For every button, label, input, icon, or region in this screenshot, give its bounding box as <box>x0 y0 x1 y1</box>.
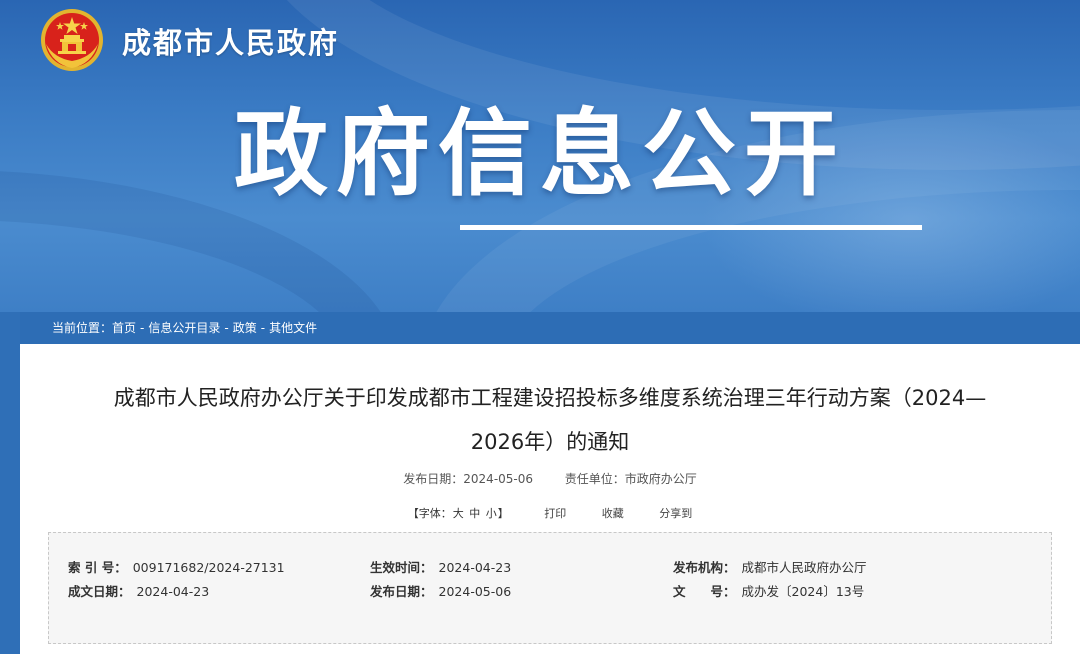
issuer-label: 发布机构： <box>673 560 736 575</box>
banner-title-underline <box>460 225 922 230</box>
breadcrumb-separator: - <box>140 321 145 335</box>
document-info-box: 索 引 号： 009171682/2024-27131 生效时间： 2024-04-… <box>48 532 1052 644</box>
print-button[interactable]: 打印 <box>544 505 566 521</box>
breadcrumb-separator: - <box>260 321 266 335</box>
banner-title: 政府信息公开 <box>234 100 847 209</box>
index-number: 索 引 号： 009171682/2024-27131 <box>68 557 285 576</box>
breadcrumb-separator: - <box>224 321 229 335</box>
document-number-value: 成办发〔2024〕13号 <box>741 584 865 599</box>
responsible-unit-label: 责任单位： <box>564 472 625 486</box>
breadcrumb: 当前位置： 首页 - 信息公开目录 - 政策 - 其他文件 <box>20 312 1080 344</box>
breadcrumb-item-info-catalog[interactable]: 信息公开目录 <box>148 312 220 344</box>
publication-date-value: 2024-05-06 <box>438 584 512 599</box>
content-panel: 当前位置： 首页 - 信息公开目录 - 政策 - 其他文件 成都市人民政府办公厅… <box>20 312 1080 654</box>
issuer-value: 成都市人民政府办公厅 <box>741 560 867 575</box>
document-tools: 【字体：大 中 小】 打印 收藏 分享到 <box>20 505 1080 521</box>
share-button[interactable]: 分享到 <box>659 505 692 521</box>
written-date: 成文日期： 2024-04-23 <box>68 581 209 600</box>
publication-date: 发布日期： 2024-05-06 <box>370 581 511 600</box>
document-title-line2: 2026年）的通知 <box>470 430 630 454</box>
national-emblem-icon[interactable] <box>38 6 106 74</box>
font-size-small-button[interactable]: 小 <box>486 507 497 520</box>
header-banner: 成都市人民政府 政府信息公开 <box>0 0 1080 312</box>
document-number: 文 号： 成办发〔2024〕13号 <box>673 581 864 600</box>
font-size-large-button[interactable]: 大 <box>453 507 464 520</box>
effective-date-label: 生效时间： <box>370 560 433 575</box>
site-name[interactable]: 成都市人民政府 <box>122 20 339 62</box>
document-number-label: 文 号： <box>673 584 736 599</box>
publish-date-label: 发布日期： <box>403 472 464 486</box>
document-meta: 发布日期：2024-05-06 责任单位：市政府办公厅 <box>20 470 1080 487</box>
favorite-button[interactable]: 收藏 <box>602 505 624 521</box>
issuer: 发布机构： 成都市人民政府办公厅 <box>673 557 867 576</box>
index-number-label: 索 引 号： <box>68 560 127 575</box>
index-number-value: 009171682/2024-27131 <box>132 560 285 575</box>
font-size-label: 【字体： <box>407 507 452 520</box>
breadcrumb-item-other-docs[interactable]: 其他文件 <box>269 312 317 344</box>
font-size-label-close: 】 <box>497 507 509 520</box>
written-date-value: 2024-04-23 <box>136 584 210 599</box>
breadcrumb-prefix: 当前位置： <box>52 321 113 335</box>
breadcrumb-item-home[interactable]: 首页 <box>112 312 136 344</box>
font-size-medium-button[interactable]: 中 <box>469 507 480 520</box>
responsible-unit-value: 市政府办公厅 <box>624 472 697 486</box>
written-date-label: 成文日期： <box>68 584 131 599</box>
effective-date-value: 2024-04-23 <box>438 560 512 575</box>
info-row: 成文日期： 2024-04-23 发布日期： 2024-05-06 文 号： 成办发〔… <box>49 581 1053 601</box>
document-title-line1: 成都市人民政府办公厅关于印发成都市工程建设招投标多维度系统治理三年行动方案（20… <box>113 386 987 410</box>
document-title: 成都市人民政府办公厅关于印发成都市工程建设招投标多维度系统治理三年行动方案（20… <box>50 376 1050 464</box>
publish-date-value: 2024-05-06 <box>463 472 534 486</box>
effective-date: 生效时间： 2024-04-23 <box>370 557 511 576</box>
publication-date-label: 发布日期： <box>370 584 433 599</box>
info-row: 索 引 号： 009171682/2024-27131 生效时间： 2024-04-… <box>49 557 1053 577</box>
breadcrumb-item-policy[interactable]: 政策 <box>233 312 257 344</box>
